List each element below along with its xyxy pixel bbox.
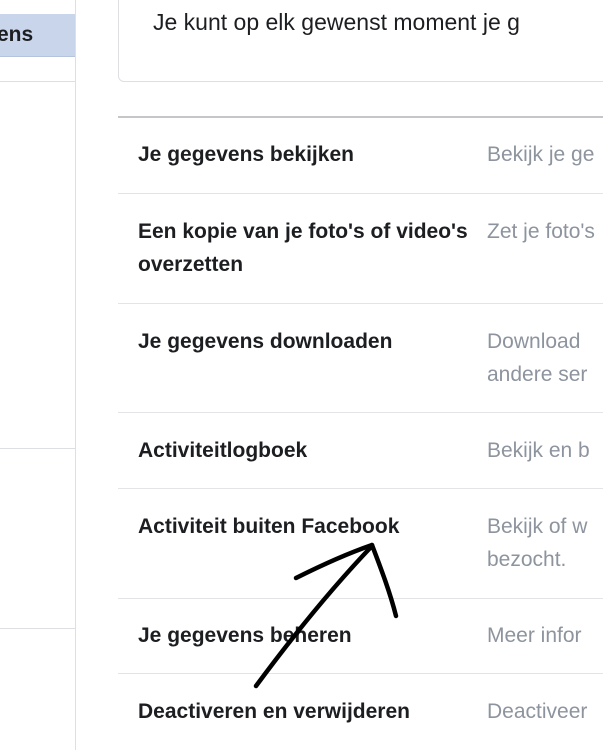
sidebar-divider xyxy=(0,448,75,449)
row-description: Bekijk en b xyxy=(487,439,590,462)
row-description: Meer infor xyxy=(487,624,582,647)
row-title: Een kopie van je foto's of video's overz… xyxy=(138,220,468,276)
sidebar: ens xyxy=(0,0,76,750)
row-title: Deactiveren en verwijderen xyxy=(138,700,410,723)
settings-row-transfer-photos[interactable]: Een kopie van je foto's of video's overz… xyxy=(118,193,603,304)
sidebar-item-active[interactable]: ens xyxy=(0,14,75,57)
info-box: Je kunt op elk gewenst moment je g xyxy=(118,0,603,82)
settings-row-off-facebook-activity[interactable]: Activiteit buiten Facebook Bekijk of w b… xyxy=(118,488,603,599)
row-title: Je gegevens downloaden xyxy=(138,330,393,353)
settings-row-activity-log[interactable]: Activiteitlogboek Bekijk en b xyxy=(118,412,603,489)
settings-row-download-data[interactable]: Je gegevens downloaden Download andere s… xyxy=(118,303,603,413)
info-text: Je kunt op elk gewenst moment je g xyxy=(153,9,520,35)
settings-row-manage-data[interactable]: Je gegevens beheren Meer infor xyxy=(118,598,603,674)
sidebar-divider xyxy=(0,628,75,629)
row-description: Bekijk je ge xyxy=(487,143,595,166)
settings-row-view-data[interactable]: Je gegevens bekijken Bekijk je ge xyxy=(118,118,603,194)
settings-list: Je gegevens bekijken Bekijk je ge Een ko… xyxy=(118,116,603,752)
row-description: Zet je foto's xyxy=(487,220,595,243)
row-title: Activiteit buiten Facebook xyxy=(138,515,400,538)
row-description: Bekijk of w bezocht. xyxy=(487,515,588,571)
sidebar-item-label: ens xyxy=(0,23,34,46)
row-description: Download andere ser xyxy=(487,330,588,386)
row-title: Je gegevens bekijken xyxy=(138,143,354,166)
row-description: Deactiveer xyxy=(487,700,588,723)
sidebar-divider xyxy=(0,81,75,82)
row-title: Je gegevens beheren xyxy=(138,624,352,647)
settings-row-deactivate-delete[interactable]: Deactiveren en verwijderen Deactiveer xyxy=(118,673,603,752)
row-title: Activiteitlogboek xyxy=(138,439,308,462)
